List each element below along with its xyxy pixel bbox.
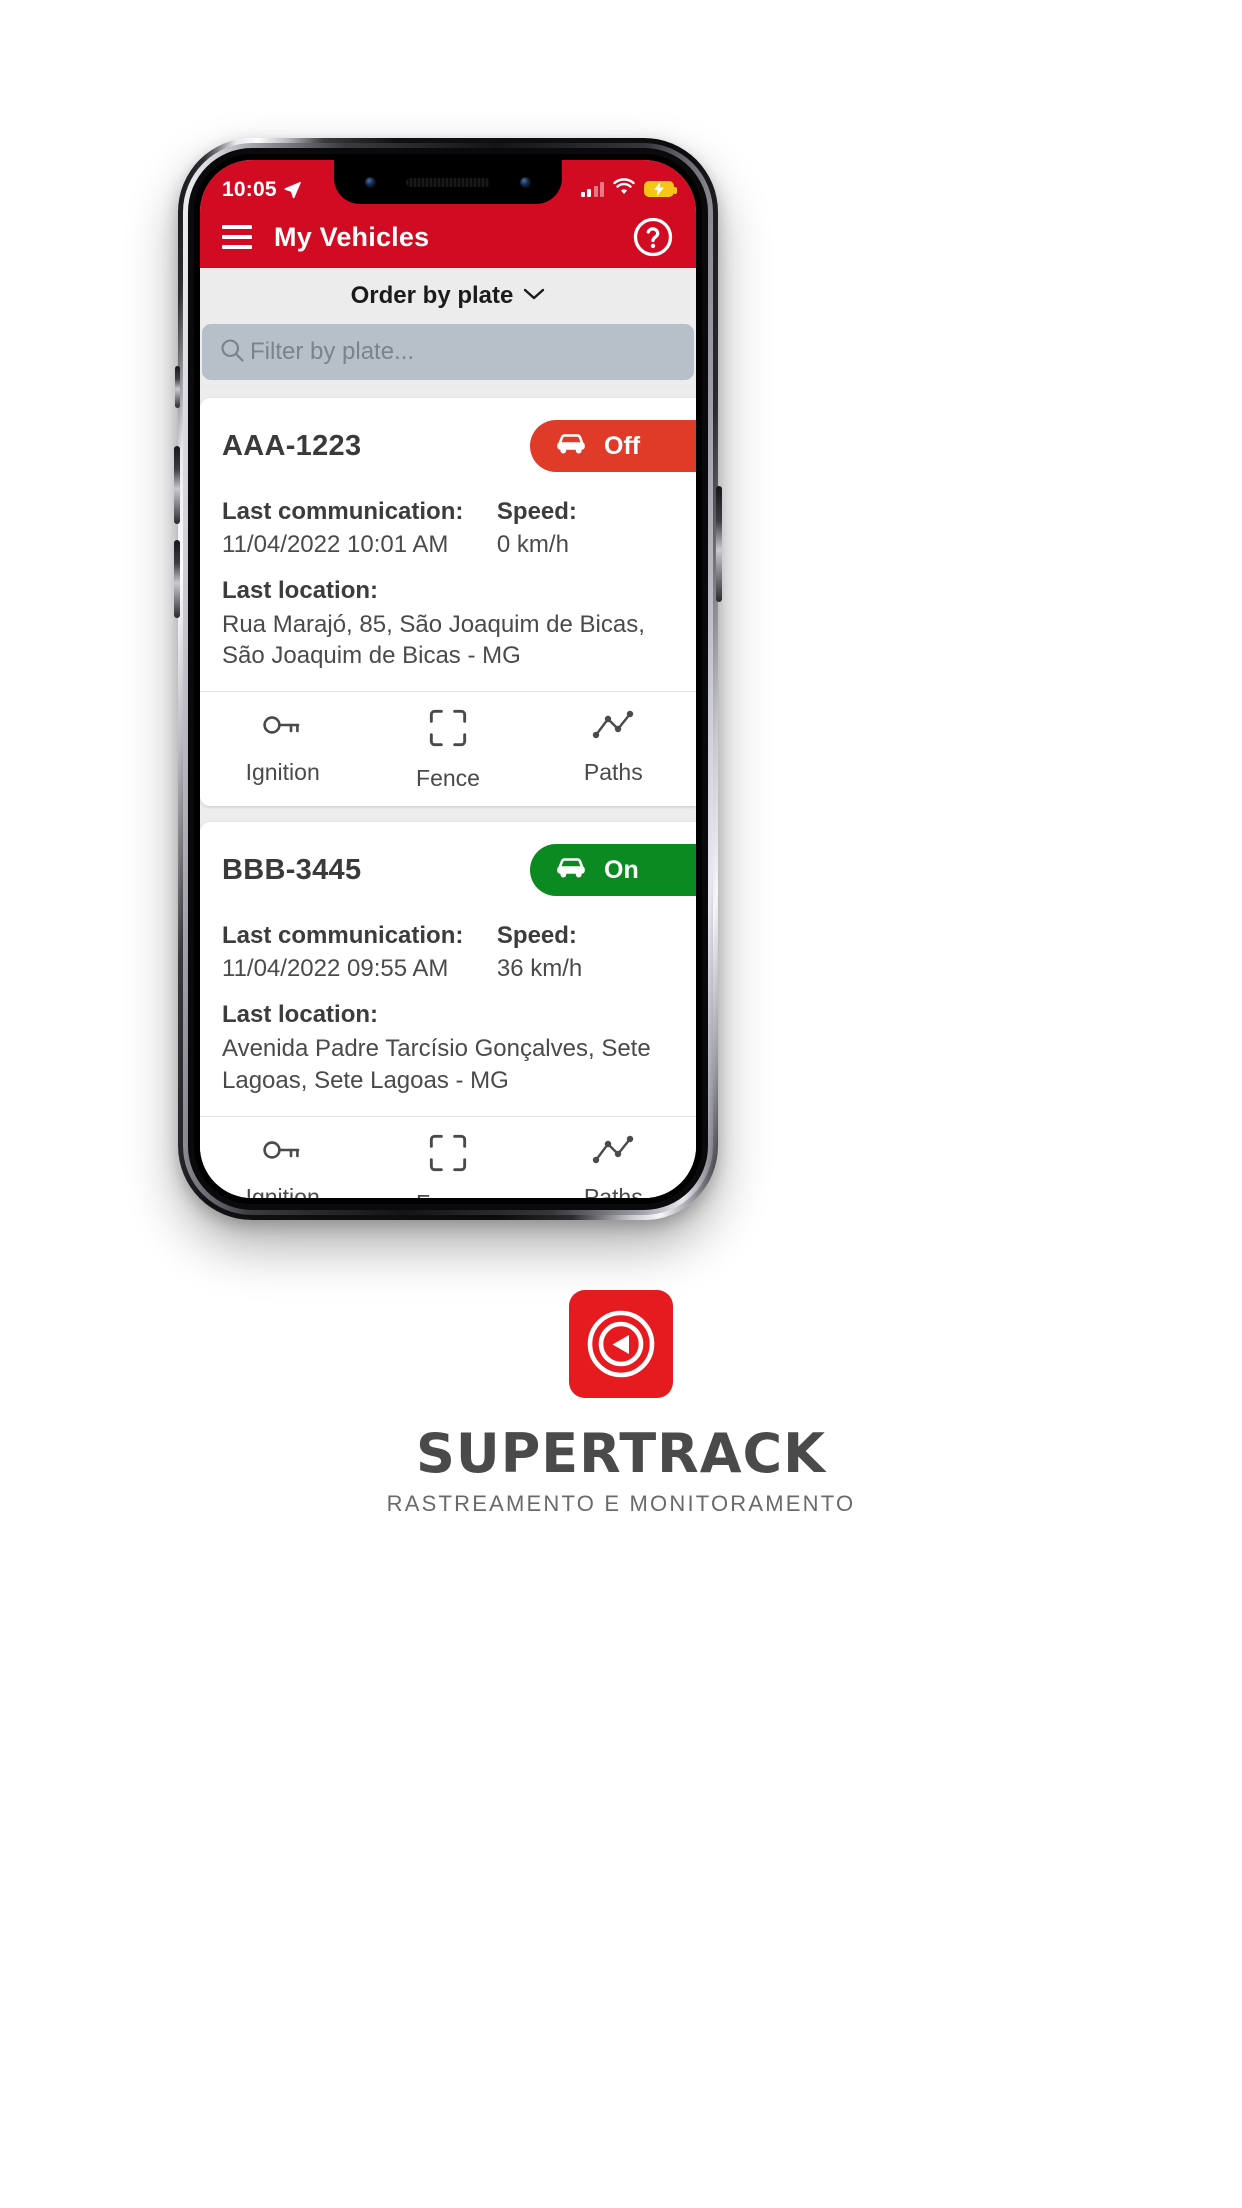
status-bar-left: 10:05 (222, 179, 302, 200)
cellular-signal-icon (580, 181, 604, 197)
logo-wordmark: SUPERTRACK (415, 1422, 827, 1485)
action-fence[interactable]: Fence (365, 708, 530, 792)
vehicle-card-body: AAA-1223 Off Last communication: 11/04/2… (200, 398, 696, 691)
speed-value: 36 km/h (496, 955, 583, 983)
speed-label: Speed: (496, 498, 577, 525)
volume-down-button[interactable] (174, 540, 180, 618)
fence-brackets-icon (428, 1133, 468, 1178)
status-bar-time: 10:05 (222, 178, 277, 201)
search-input[interactable]: Filter by plate... (202, 324, 694, 380)
status-badge[interactable]: On (530, 844, 696, 897)
last-location-label: Last location: (222, 1001, 379, 1029)
logo-tagline: RASTREAMENTO E MONITORAMENTO (386, 1491, 856, 1516)
action-paths-label: Paths (583, 1183, 643, 1198)
vehicle-stats-row: Last communication: 11/04/2022 10:01 AM … (222, 498, 696, 559)
vehicle-card[interactable]: BBB-3445 On Last communication: 11/04/20… (200, 822, 696, 1198)
last-location-value: Rua Marajó, 85, São Joaquim de Bicas, Sã… (222, 611, 645, 670)
wifi-icon (613, 178, 635, 200)
speed-value: 0 km/h (496, 531, 569, 558)
action-fence[interactable]: Fence (365, 1133, 530, 1198)
vehicle-plate: AAA-1223 (222, 429, 362, 462)
vehicle-list[interactable]: AAA-1223 Off Last communication: 11/04/2… (200, 388, 696, 1198)
status-badge[interactable]: Off (530, 420, 696, 472)
notch (334, 160, 562, 204)
action-paths[interactable]: Paths (531, 1133, 696, 1198)
volume-up-button[interactable] (174, 446, 180, 524)
search-icon (218, 336, 246, 369)
car-icon (554, 855, 588, 886)
phone-screen: 10:05 My Vehicles Order by plate Filter … (200, 160, 696, 1198)
hamburger-menu-icon[interactable] (222, 225, 252, 249)
action-ignition[interactable]: Ignition (200, 1133, 365, 1198)
last-location-label: Last location: (222, 577, 379, 604)
vehicle-card[interactable]: AAA-1223 Off Last communication: 11/04/2… (200, 398, 696, 807)
action-ignition-label: Ignition (245, 1183, 320, 1198)
last-communication-label: Last communication: (222, 498, 464, 525)
silence-switch[interactable] (175, 366, 180, 408)
earpiece-speaker-icon (406, 177, 490, 187)
location-arrow-icon (283, 180, 302, 199)
last-communication-label: Last communication: (222, 922, 464, 950)
action-ignition-label: Ignition (245, 759, 320, 786)
app-bar: My Vehicles (200, 206, 696, 268)
vehicle-card-header: BBB-3445 On (222, 844, 696, 897)
last-location-value: Avenida Padre Tarcísio Gonçalves, Sete L… (222, 1035, 651, 1094)
last-communication-value: 11/04/2022 09:55 AM (222, 955, 449, 983)
vehicle-card-body: BBB-3445 On Last communication: 11/04/20… (200, 822, 696, 1115)
action-ignition[interactable]: Ignition (200, 708, 365, 792)
supertrack-radar-icon (569, 1290, 673, 1398)
battery-charging-icon (644, 181, 677, 197)
help-circle-icon[interactable] (632, 216, 674, 258)
action-fence-label: Fence (416, 1190, 480, 1198)
speed-label: Speed: (496, 922, 577, 950)
vehicle-card-header: AAA-1223 Off (222, 420, 696, 472)
sort-label: Order by plate (350, 282, 514, 309)
supertrack-logo: SUPERTRACK RASTREAMENTO E MONITORAMENTO (0, 1290, 1242, 1517)
chevron-down-icon[interactable] (523, 287, 545, 306)
vehicle-card-actions: Ignition Fence (200, 1115, 696, 1198)
page-title: My Vehicles (274, 221, 430, 252)
speed-block: Speed: 36 km/h (497, 922, 696, 983)
status-badge-label: Off (604, 431, 641, 460)
status-badge-label: On (604, 855, 639, 884)
last-communication-block: Last communication: 11/04/2022 10:01 AM (222, 498, 497, 559)
paths-line-chart-icon (591, 708, 635, 747)
status-bar-right (580, 178, 677, 200)
sort-bar[interactable]: Order by plate (200, 268, 696, 324)
key-icon (260, 708, 306, 747)
vehicle-card-actions: Ignition Fence (200, 691, 696, 806)
phone-device: 10:05 My Vehicles Order by plate Filter … (174, 138, 722, 1220)
paths-line-chart-icon (591, 1133, 635, 1172)
last-communication-value: 11/04/2022 10:01 AM (222, 531, 449, 558)
action-paths[interactable]: Paths (531, 708, 696, 792)
key-icon (260, 1133, 306, 1172)
vehicle-stats-row: Last communication: 11/04/2022 09:55 AM … (222, 922, 696, 983)
front-camera-icon (365, 176, 376, 188)
search-input-placeholder: Filter by plate... (250, 338, 415, 365)
power-button[interactable] (716, 486, 722, 602)
car-icon (554, 431, 588, 462)
proximity-sensor-icon (520, 176, 531, 188)
last-location-block: Last location: Rua Marajó, 85, São Joaqu… (222, 577, 696, 671)
vehicle-plate: BBB-3445 (222, 853, 362, 886)
last-communication-block: Last communication: 11/04/2022 09:55 AM (222, 922, 497, 983)
fence-brackets-icon (428, 708, 468, 753)
action-fence-label: Fence (416, 765, 480, 792)
speed-block: Speed: 0 km/h (497, 498, 696, 559)
filter-bar: Filter by plate... (200, 324, 696, 388)
action-paths-label: Paths (583, 759, 643, 786)
last-location-block: Last location: Avenida Padre Tarcísio Go… (222, 1001, 696, 1095)
